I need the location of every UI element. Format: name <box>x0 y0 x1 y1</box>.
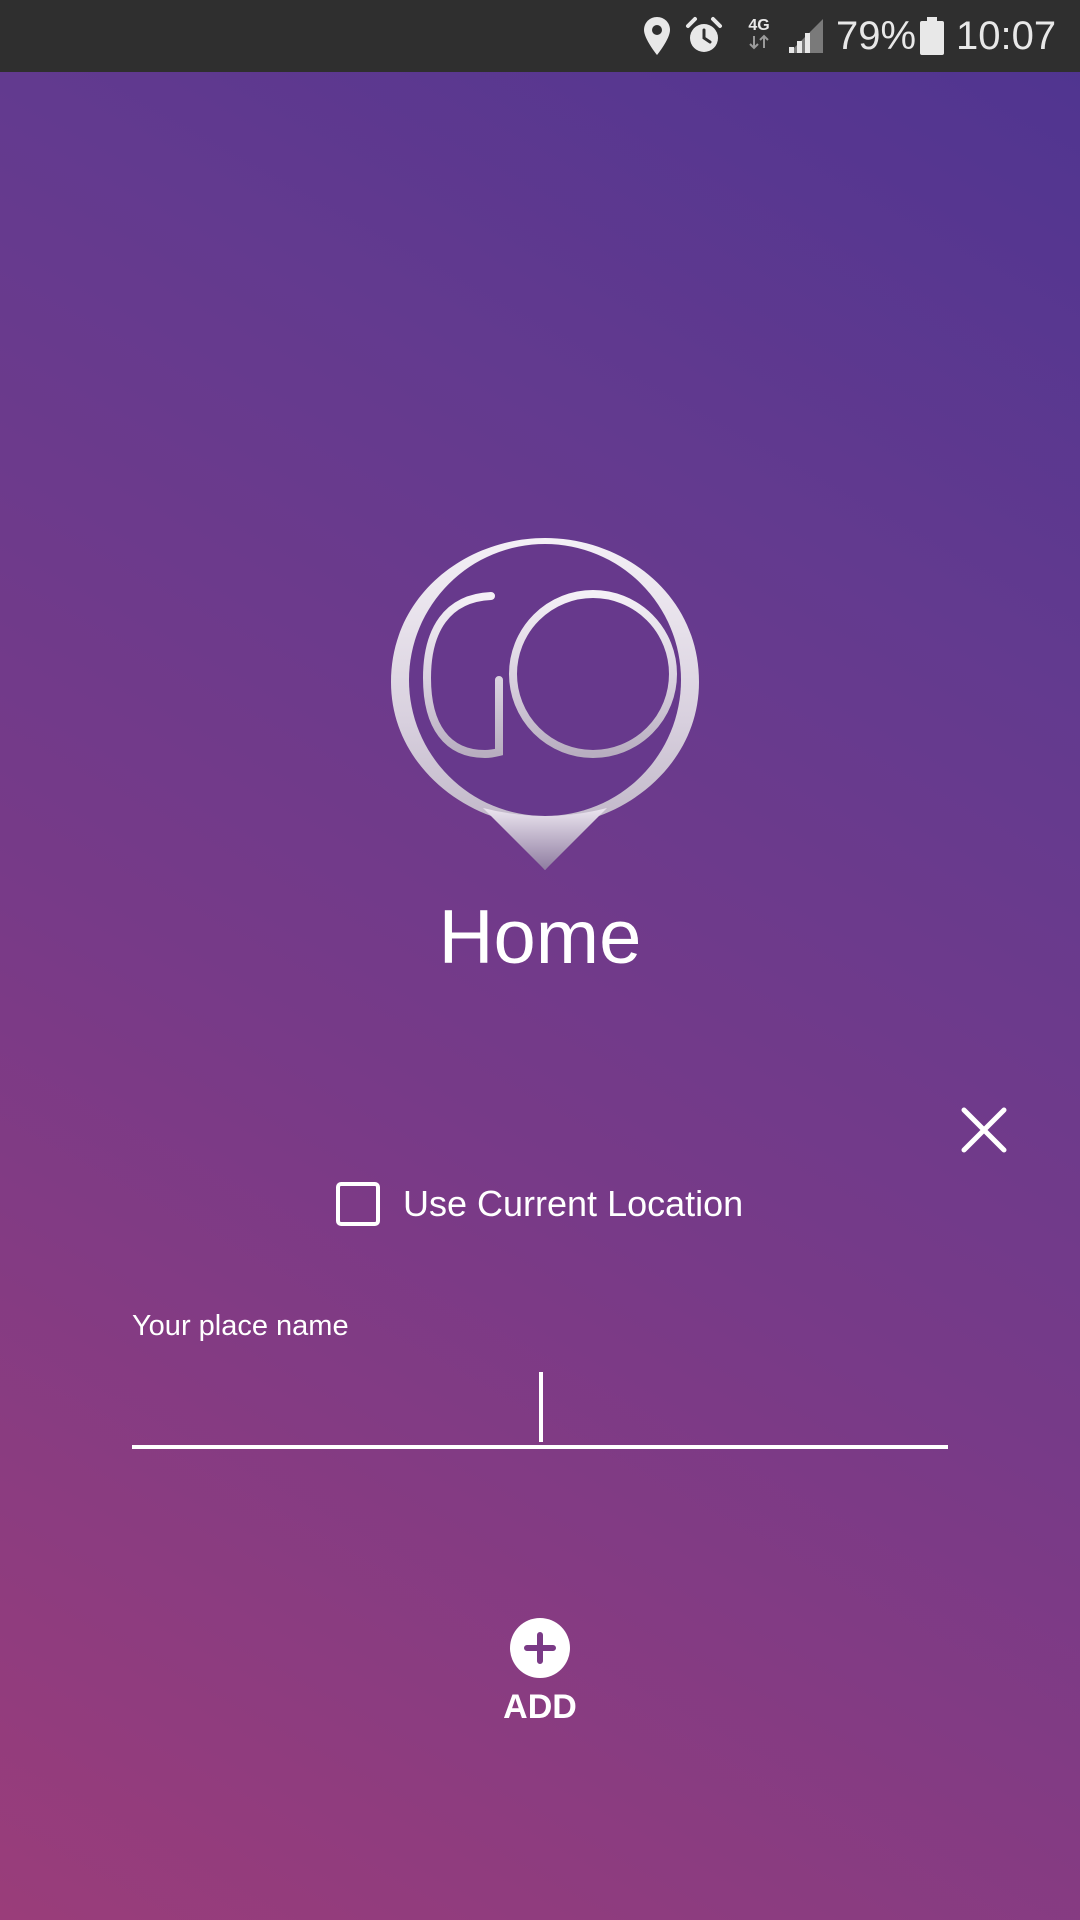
screen: 4G 79% 10:07 Home Use Current Location Y… <box>0 0 1080 1920</box>
place-name-label: Your place name <box>132 1310 349 1342</box>
battery-icon <box>919 0 945 72</box>
close-icon <box>961 1107 1007 1153</box>
network-label: 4G <box>748 16 770 34</box>
close-button[interactable] <box>958 1104 1010 1156</box>
use-current-location-label: Use Current Location <box>403 1183 744 1224</box>
text-cursor <box>539 1372 543 1442</box>
page-title: Home <box>438 895 642 980</box>
add-button[interactable]: ADD <box>470 1618 610 1730</box>
status-bar: 4G 79% 10:07 <box>0 0 1080 72</box>
checkbox-box[interactable] <box>336 1182 380 1226</box>
signal-icon <box>787 0 825 72</box>
plus-circle-icon <box>510 1618 570 1678</box>
data-arrows-icon <box>749 34 769 49</box>
add-label: ADD <box>503 1688 577 1726</box>
battery-percent: 79% <box>836 13 917 58</box>
location-icon <box>643 0 671 72</box>
clock-time: 10:07 <box>956 13 1057 58</box>
use-current-location-checkbox[interactable]: Use Current Location <box>336 1176 743 1232</box>
network-4g-icon: 4G <box>741 0 777 72</box>
go-logo <box>385 532 705 877</box>
alarm-icon <box>684 0 724 72</box>
